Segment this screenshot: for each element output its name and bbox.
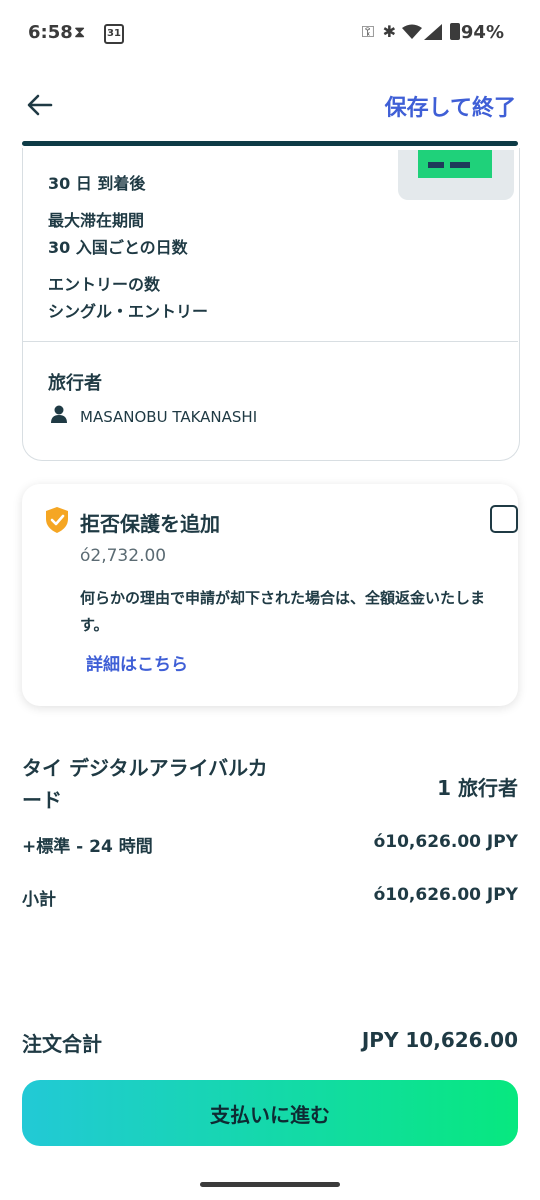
rejection-protection-price: ό2,732.00	[80, 546, 167, 566]
validity-value: 30 日 到着後	[48, 174, 146, 193]
max-stay-value: 30 入国ごとの日数	[48, 238, 188, 257]
details-link[interactable]: 詳細はこちら	[86, 650, 188, 675]
progress-bar	[22, 141, 518, 146]
calendar-icon: 31	[104, 24, 124, 44]
travelers-count: 1 旅行者	[437, 776, 518, 800]
standard-processing-label: +標準 - 24 時間	[22, 837, 153, 857]
travelers-label: 旅行者	[48, 373, 102, 394]
battery-icon	[450, 23, 460, 40]
card-divider	[22, 341, 518, 342]
arrow-left-icon	[27, 94, 53, 116]
signal-icon	[424, 24, 442, 44]
wifi-icon	[402, 24, 422, 44]
entries-value: シングル・エントリー	[48, 302, 209, 321]
product-name: タイ デジタルアライバルカード	[22, 756, 268, 812]
home-indicator[interactable]	[200, 1182, 340, 1187]
status-time: 6:58	[28, 22, 73, 43]
bluetooth-icon: ✱	[382, 22, 396, 41]
card-thumbnail	[398, 150, 514, 200]
save-and-exit-button[interactable]: 保存して終了	[385, 90, 516, 122]
key-icon: ⚿	[361, 22, 374, 41]
standard-processing-price: ό10,626.00 JPY	[373, 832, 518, 852]
traveler-name: MASANOBU TAKANASHI	[80, 408, 258, 426]
rejection-protection-checkbox[interactable]	[490, 505, 518, 533]
shield-check-icon	[44, 506, 70, 534]
battery-percentage: 94%	[460, 22, 504, 43]
subtotal-price: ό10,626.00 JPY	[373, 885, 518, 905]
order-total-label: 注文合計	[22, 1032, 102, 1056]
rejection-protection-title: 拒否保護を追加	[80, 512, 220, 536]
entries-label: エントリーの数	[48, 275, 161, 294]
proceed-to-payment-button[interactable]: 支払いに進む	[22, 1080, 518, 1146]
person-icon	[50, 405, 68, 425]
subtotal-label: 小計	[22, 890, 56, 910]
hourglass-icon: ⧗	[74, 22, 86, 41]
max-stay-label: 最大滞在期間	[48, 211, 145, 230]
rejection-protection-description: 何らかの理由で申請が却下された場合は、全額返金いたします。	[80, 589, 486, 634]
back-button[interactable]	[20, 88, 60, 122]
order-total-price: JPY 10,626.00	[361, 1028, 518, 1052]
